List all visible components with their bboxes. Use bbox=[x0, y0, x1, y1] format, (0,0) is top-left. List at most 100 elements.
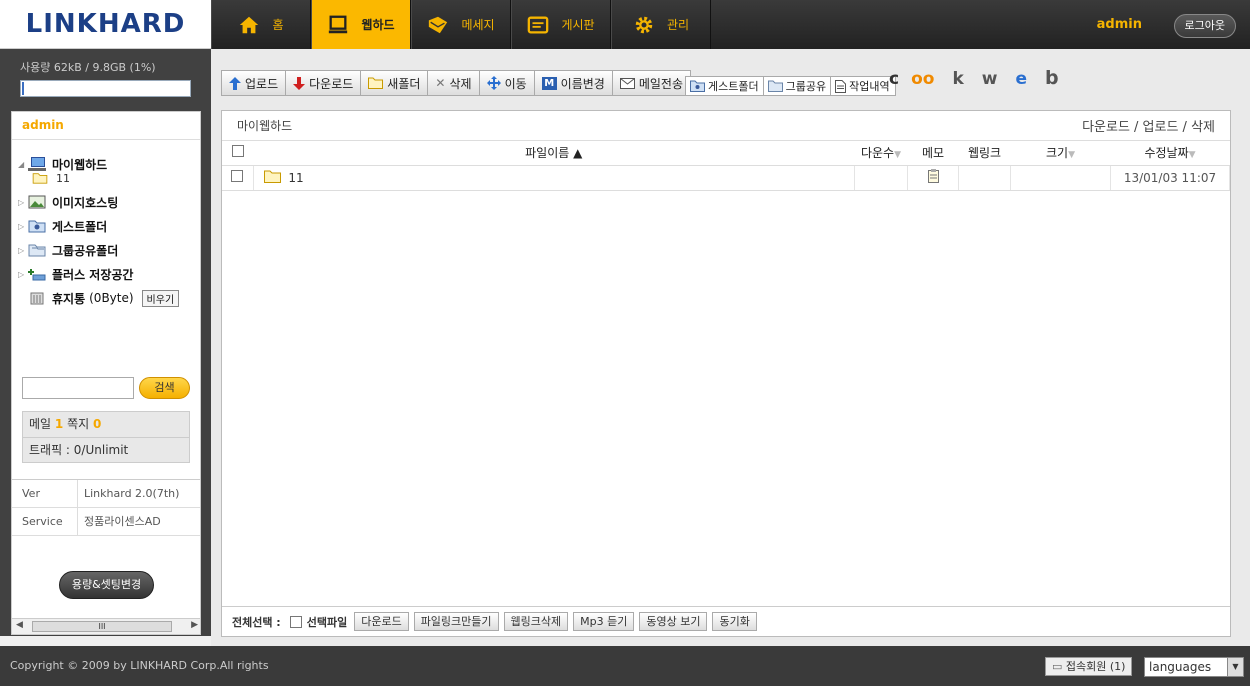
scroll-left-icon[interactable]: ◀ bbox=[16, 620, 23, 630]
upload-label: 업로드 bbox=[245, 76, 279, 91]
group-share-button[interactable]: 그룹공유 bbox=[762, 76, 832, 96]
sidebar-hscrollbar[interactable]: ◀ III ▶ bbox=[12, 618, 200, 634]
logo[interactable]: LINKHARD bbox=[0, 0, 211, 49]
file-modified: 13/01/03 11:07 bbox=[1110, 165, 1230, 191]
tree-item-plusstorage[interactable]: ▷ 플러스 저장공간 bbox=[18, 262, 198, 286]
tree-item-trash[interactable]: 휴지통 (0Byte) 비우기 bbox=[18, 286, 198, 310]
trash-icon bbox=[30, 292, 44, 305]
header-username: admin bbox=[1096, 17, 1142, 32]
usage-fill bbox=[22, 82, 24, 95]
nav-home[interactable]: 홈 bbox=[211, 0, 311, 49]
nav-message[interactable]: 메세지 bbox=[411, 0, 511, 49]
tree-label-mywebhard: 마이웹하드 bbox=[52, 157, 108, 172]
col-name[interactable]: 파일이름 ▲ bbox=[253, 141, 855, 166]
folder-icon bbox=[263, 170, 281, 183]
tree-label-plusstorage: 플러스 저장공간 bbox=[52, 267, 134, 282]
download-label: 다운로드 bbox=[309, 76, 354, 91]
nav-webhard[interactable]: 웹하드 bbox=[311, 0, 411, 49]
guest-folder-button[interactable]: 게스트폴더 bbox=[685, 76, 764, 96]
nav-admin[interactable]: 관리 bbox=[611, 0, 711, 49]
nav-board[interactable]: 게시판 bbox=[511, 0, 611, 49]
sync-button[interactable]: 동기화 bbox=[712, 612, 757, 631]
memo-cell[interactable] bbox=[907, 165, 959, 191]
select-all-checkbox[interactable] bbox=[231, 145, 244, 158]
select-all-label: 전체선택 : bbox=[232, 615, 281, 629]
video-play-button[interactable]: 동영상 보기 bbox=[639, 612, 708, 631]
tree-label-trash: 휴지통 bbox=[52, 291, 86, 306]
home-icon bbox=[240, 16, 259, 33]
social-link-w[interactable]: w bbox=[982, 69, 998, 89]
upload-button[interactable]: 업로드 bbox=[221, 70, 287, 96]
make-filelink-button[interactable]: 파일링크만들기 bbox=[413, 612, 499, 631]
scroll-thumb[interactable]: III bbox=[32, 621, 172, 632]
col-modified[interactable]: 수정날짜▼ bbox=[1110, 141, 1230, 166]
collapsed-arrow-icon[interactable]: ▷ bbox=[18, 222, 28, 231]
folder-icon bbox=[368, 77, 384, 89]
bottom-select-all-checkbox[interactable] bbox=[289, 615, 302, 628]
move-label: 이동 bbox=[504, 76, 527, 91]
col-downloads[interactable]: 다운수▼ bbox=[854, 141, 908, 166]
sidebar: 사용량 62kB / 9.8GB (1%) admin ◢ 마이웹하드 11 ▷… bbox=[0, 49, 211, 636]
social-link-e[interactable]: e bbox=[1015, 69, 1027, 89]
col-name-label: 파일이름 ▲ bbox=[525, 146, 583, 161]
settings-change-button[interactable]: 용량&셋팅변경 bbox=[59, 571, 154, 599]
table-header-row: 파일이름 ▲ 다운수▼ 메모 웹링크 크기▼ 수정날짜▼ bbox=[222, 141, 1230, 166]
chevron-down-icon[interactable]: ▼ bbox=[1227, 658, 1243, 676]
tree-item-groupfolder[interactable]: ▷ 그룹공유폴더 bbox=[18, 238, 198, 262]
bulk-download-button[interactable]: 다운로드 bbox=[354, 612, 409, 631]
social-link-c[interactable]: c bbox=[889, 69, 899, 89]
share-toolbar: 게스트폴더 그룹공유 작업내역 bbox=[685, 76, 897, 96]
group-share-label: 그룹공유 bbox=[785, 80, 827, 93]
download-arrow-icon bbox=[293, 76, 306, 90]
board-icon bbox=[528, 16, 549, 33]
move-button[interactable]: 이동 bbox=[478, 70, 535, 96]
expanded-arrow-icon[interactable]: ◢ bbox=[18, 160, 28, 169]
tree-item-guestfolder[interactable]: ▷ 게스트폴더 bbox=[18, 214, 198, 238]
folder-icon bbox=[32, 173, 48, 184]
delete-weblink-button[interactable]: 웹링크삭제 bbox=[503, 612, 569, 631]
logout-button[interactable]: 로그아웃 bbox=[1173, 14, 1236, 38]
sidebar-search-button[interactable]: 검색 bbox=[139, 377, 190, 399]
file-list-panel: 마이웹하드 다운로드 / 업로드 / 삭제 파일이름 ▲ 다운수▼ 메모 웹링크… bbox=[221, 110, 1231, 637]
document-icon bbox=[835, 79, 847, 93]
copyright-text: Copyright © 2009 by LINKHARD Corp.All ri… bbox=[10, 659, 269, 672]
language-select[interactable]: languages ▼ bbox=[1144, 657, 1244, 677]
social-link-k[interactable]: k bbox=[952, 69, 963, 89]
social-link-b[interactable]: b bbox=[1045, 67, 1059, 89]
file-name: 11 bbox=[288, 171, 304, 185]
version-key: Ver bbox=[12, 480, 78, 507]
group-folder-icon bbox=[767, 80, 783, 92]
history-button[interactable]: 작업내역 bbox=[830, 76, 897, 96]
mail-note-row[interactable]: 메일 1 쪽지 0 bbox=[23, 412, 189, 437]
delete-button[interactable]: ✕ 삭제 bbox=[427, 70, 480, 96]
collapsed-arrow-icon[interactable]: ▷ bbox=[18, 270, 28, 279]
online-members-button[interactable]: ▭ 접속회원 (1) bbox=[1045, 657, 1133, 676]
mail-send-label: 메일전송 bbox=[638, 76, 684, 91]
tree-item-imagehosting[interactable]: ▷ 이미지호스팅 bbox=[18, 190, 198, 214]
new-folder-button[interactable]: 새폴더 bbox=[360, 70, 429, 96]
monitor-icon bbox=[329, 15, 348, 33]
quick-actions[interactable]: 다운로드 / 업로드 / 삭제 bbox=[1082, 116, 1215, 135]
rename-button[interactable]: M 이름변경 bbox=[533, 70, 613, 96]
tree-subitem-11[interactable]: 11 bbox=[18, 170, 198, 186]
selected-files-label: 선택파일 bbox=[306, 615, 348, 629]
empty-trash-button[interactable]: 비우기 bbox=[141, 289, 180, 307]
row-checkbox[interactable] bbox=[231, 170, 244, 182]
file-downloads bbox=[854, 165, 908, 191]
rename-label: 이름변경 bbox=[560, 76, 605, 91]
social-link-oo[interactable]: oo bbox=[911, 69, 934, 89]
collapsed-arrow-icon[interactable]: ▷ bbox=[18, 246, 28, 255]
sort-arrow-icon: ▼ bbox=[1068, 150, 1075, 161]
file-name-cell[interactable]: 11 bbox=[253, 165, 855, 191]
chat-bubble-icon: ▭ bbox=[1052, 660, 1063, 673]
download-button[interactable]: 다운로드 bbox=[285, 70, 362, 96]
nav-board-label: 게시판 bbox=[561, 18, 595, 32]
nav-message-label: 메세지 bbox=[461, 18, 495, 32]
collapsed-arrow-icon[interactable]: ▷ bbox=[18, 198, 28, 207]
mp3-play-button[interactable]: Mp3 듣기 bbox=[573, 612, 635, 631]
table-row[interactable]: 11 13/01/03 11:07 bbox=[222, 165, 1230, 191]
scroll-right-icon[interactable]: ▶ bbox=[191, 620, 198, 630]
col-size[interactable]: 크기▼ bbox=[1010, 141, 1111, 166]
mail-send-button[interactable]: 메일전송 bbox=[611, 70, 692, 96]
sidebar-search-input[interactable] bbox=[22, 377, 134, 399]
